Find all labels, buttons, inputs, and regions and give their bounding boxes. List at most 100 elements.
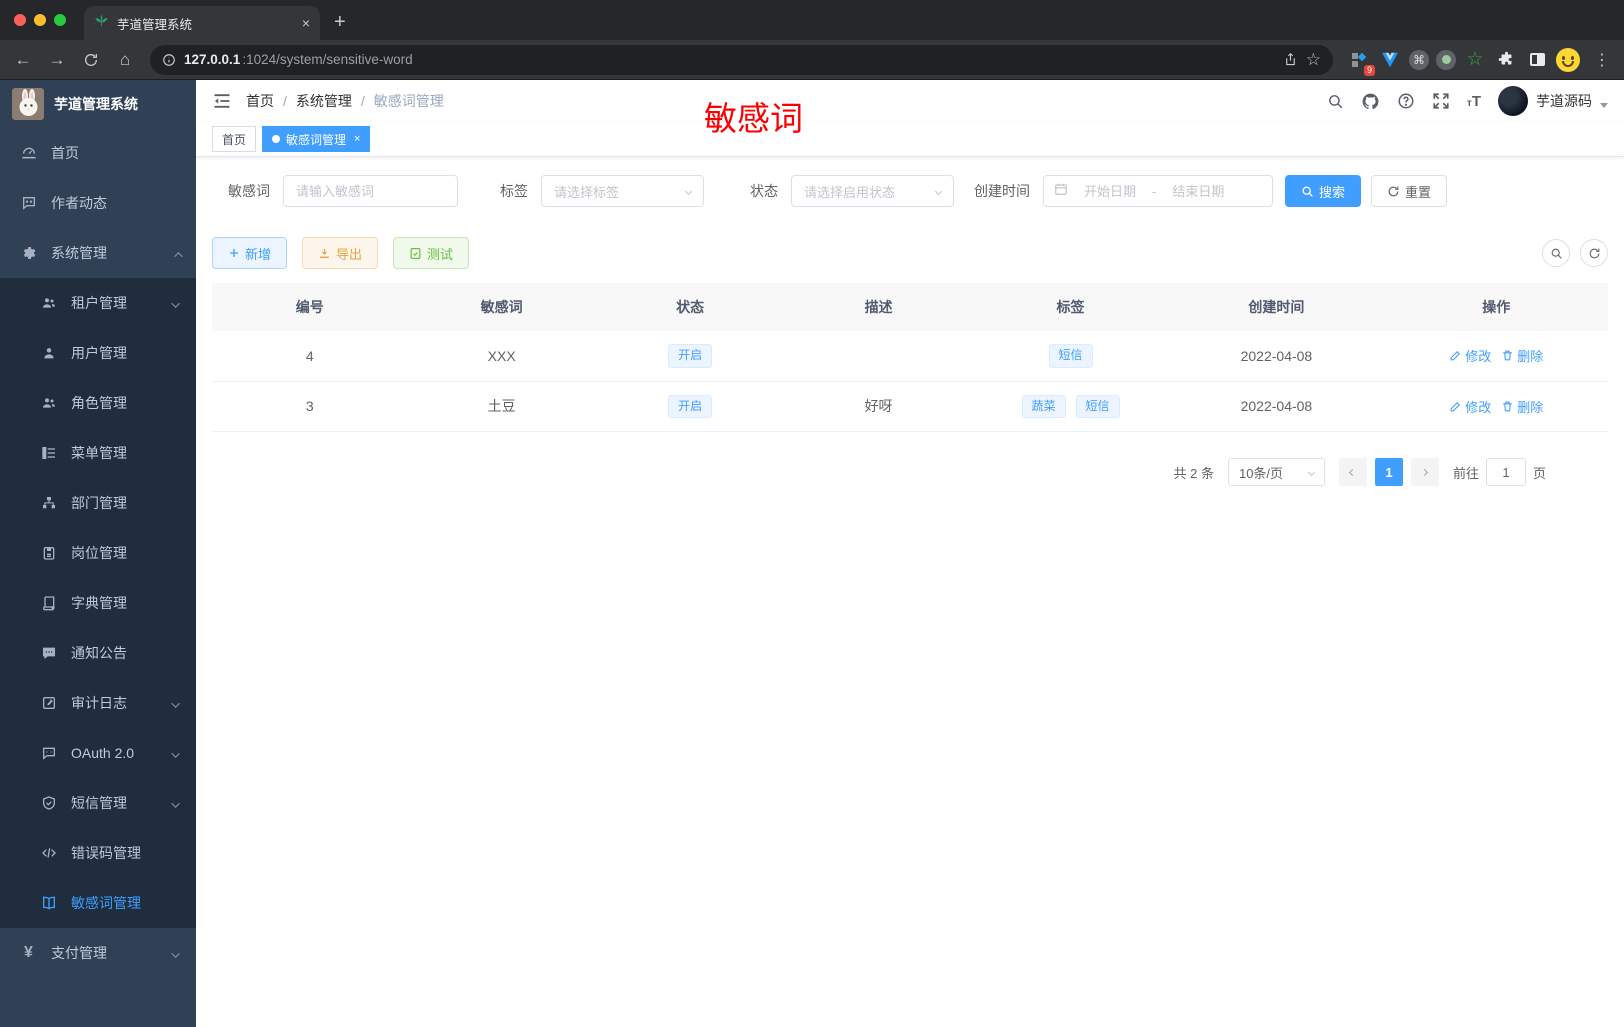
announcement-icon: [40, 645, 57, 662]
page-size-select[interactable]: 10条/页: [1227, 458, 1325, 487]
tags-view-bar: 首页 敏感词管理 ×: [196, 122, 1624, 157]
page-content: 敏感词 标签 请选择标签 状态 请选择启用状态 创建时间: [196, 157, 1624, 1027]
app-logo-row[interactable]: 芋道管理系统: [0, 80, 196, 128]
reload-button[interactable]: [76, 45, 106, 75]
forward-button[interactable]: →: [42, 45, 72, 75]
fullscreen-icon[interactable]: [1432, 92, 1450, 110]
cell-id: 3: [305, 398, 314, 415]
sidebar-item-system[interactable]: 系统管理: [0, 228, 196, 278]
recorder-extension-icon[interactable]: [1436, 49, 1456, 70]
close-window-button[interactable]: [14, 14, 26, 26]
sidebar-item-tenant[interactable]: 租户管理: [0, 278, 196, 328]
edit-link[interactable]: 修改: [1449, 346, 1491, 365]
date-range-picker[interactable]: -: [1043, 175, 1273, 207]
sidebar-item-author-news[interactable]: 作者动态: [0, 178, 196, 228]
end-date-input[interactable]: [1162, 183, 1235, 199]
edit-link[interactable]: 修改: [1449, 397, 1491, 416]
word-filter-input[interactable]: [296, 183, 445, 199]
goto-page-input[interactable]: [1485, 458, 1526, 487]
sidebar-item-payment[interactable]: ¥ 支付管理: [0, 928, 196, 978]
tag-filter-label: 标签: [500, 183, 528, 199]
test-button[interactable]: 测试: [393, 237, 470, 269]
bookmark-star-icon[interactable]: ☆: [1306, 50, 1321, 70]
breadcrumb-system[interactable]: 系统管理: [296, 91, 352, 111]
sidebar-item-label: 错误码管理: [71, 845, 141, 861]
home-button[interactable]: ⌂: [110, 45, 140, 75]
user-avatar: [1498, 86, 1528, 116]
sidebar-item-sms[interactable]: 短信管理: [0, 778, 196, 828]
browser-profile-avatar[interactable]: [1556, 47, 1580, 72]
user-menu[interactable]: 芋道源码: [1498, 86, 1608, 116]
caret-down-icon: [1600, 102, 1608, 108]
browser-titlebar: 芋道管理系统 × +: [0, 0, 1624, 40]
vue-devtools-icon[interactable]: [1378, 48, 1402, 72]
sidebar-item-label: 字典管理: [71, 595, 127, 611]
minimize-window-button[interactable]: [34, 14, 46, 26]
show-search-button[interactable]: [1542, 239, 1570, 267]
command-extension-icon[interactable]: ⌘: [1409, 49, 1429, 70]
sidebar-item-notice[interactable]: 通知公告: [0, 628, 196, 678]
window-controls[interactable]: [14, 14, 66, 26]
browser-menu-icon[interactable]: ⋮: [1588, 50, 1616, 70]
page-tab-sensitive-word[interactable]: 敏感词管理 ×: [262, 126, 371, 152]
page-tab-home[interactable]: 首页: [212, 126, 257, 152]
cell-id: 4: [305, 347, 314, 364]
export-button[interactable]: 导出: [302, 237, 379, 269]
new-tab-button[interactable]: +: [334, 11, 346, 34]
sidebar-item-label: 敏感词管理: [71, 895, 141, 911]
back-button[interactable]: ←: [8, 45, 38, 75]
sidebar-item-sensitive-word[interactable]: 敏感词管理: [0, 878, 196, 928]
sidebar-item-label: 角色管理: [71, 395, 127, 411]
info-icon[interactable]: [162, 53, 176, 67]
browser-tab[interactable]: 芋道管理系统 ×: [84, 6, 320, 40]
next-page-button[interactable]: [1410, 458, 1439, 487]
refresh-table-button[interactable]: [1580, 239, 1608, 267]
pinned-extension-grid-icon[interactable]: 9: [1347, 48, 1375, 76]
sidebar-item-label: 菜单管理: [71, 445, 127, 461]
col-tags: 标签: [1056, 299, 1085, 315]
tag-filter-select[interactable]: 请选择标签: [541, 175, 704, 207]
share-icon[interactable]: [1283, 52, 1298, 67]
maximize-window-button[interactable]: [54, 14, 66, 26]
sidebar-item-label: 岗位管理: [71, 545, 127, 561]
reset-button[interactable]: 重置: [1371, 175, 1448, 207]
help-icon[interactable]: [1397, 92, 1415, 110]
github-icon[interactable]: [1361, 92, 1380, 111]
start-date-input[interactable]: [1074, 183, 1146, 199]
delete-link[interactable]: 删除: [1501, 397, 1543, 416]
font-size-icon[interactable]: тT: [1467, 93, 1481, 110]
add-button[interactable]: 新增: [212, 237, 288, 269]
sidebar-item-user[interactable]: 用户管理: [0, 328, 196, 378]
favicon-leaf-icon: [94, 14, 109, 32]
user-name: 芋道源码: [1536, 93, 1592, 109]
close-tab-icon[interactable]: ×: [302, 15, 310, 31]
active-dot: [272, 135, 281, 143]
sidebar-item-dept[interactable]: 部门管理: [0, 478, 196, 528]
address-bar[interactable]: 127.0.0.1:1024/system/sensitive-word ☆: [150, 44, 1333, 75]
green-star-extension-icon[interactable]: ☆: [1463, 48, 1487, 72]
puzzle-extensions-icon[interactable]: [1494, 48, 1518, 72]
sidebar-item-post[interactable]: 岗位管理: [0, 528, 196, 578]
sidebar-collapse-icon[interactable]: [212, 91, 232, 111]
page-number-1[interactable]: 1: [1374, 458, 1403, 487]
sidebar-item-error-code[interactable]: 错误码管理: [0, 828, 196, 878]
sidebar-item-role[interactable]: 角色管理: [0, 378, 196, 428]
audit-log-icon: [40, 695, 57, 712]
close-page-tab-icon[interactable]: ×: [354, 133, 360, 145]
search-form: 敏感词 标签 请选择标签 状态 请选择启用状态 创建时间: [228, 175, 1608, 207]
sidebar-item-audit-log[interactable]: 审计日志: [0, 678, 196, 728]
delete-link[interactable]: 删除: [1501, 346, 1543, 365]
code-icon: [40, 845, 57, 862]
sidebar-item-home[interactable]: 首页: [0, 128, 196, 178]
sidebar-item-menu[interactable]: 菜单管理: [0, 428, 196, 478]
prev-page-button[interactable]: [1338, 458, 1367, 487]
sidebar-item-label: 通知公告: [71, 645, 127, 661]
breadcrumb-home[interactable]: 首页: [246, 91, 274, 111]
sidebar-item-oauth[interactable]: OAuth 2.0: [0, 728, 196, 778]
search-button[interactable]: 搜索: [1285, 175, 1362, 207]
sidebar-item-dict[interactable]: 字典管理: [0, 578, 196, 628]
status-filter-select[interactable]: 请选择启用状态: [791, 175, 954, 207]
split-view-icon[interactable]: [1525, 48, 1549, 72]
open-book-icon: [40, 895, 57, 912]
search-icon[interactable]: [1327, 93, 1344, 110]
